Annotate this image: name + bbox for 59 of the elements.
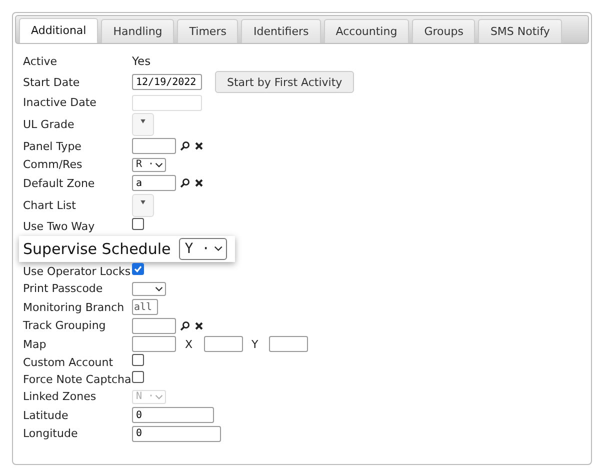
input-field[interactable]: all (132, 299, 158, 316)
field-label: Inactive Date (23, 96, 98, 110)
dropdown[interactable]: Y · (178, 238, 227, 260)
date-field[interactable]: 12/19/2022 (132, 74, 202, 90)
input-field[interactable]: 0 (132, 407, 214, 424)
field-label: Comm/Res (23, 158, 84, 172)
field-label: Default Zone (23, 176, 96, 190)
tab[interactable]: Accounting (324, 19, 410, 43)
field-label: Print Passcode (23, 282, 104, 296)
input-field[interactable]: a (132, 175, 176, 192)
input-field[interactable] (132, 318, 176, 334)
field-label: Linked Zones (23, 390, 98, 404)
close-icon[interactable] (194, 141, 204, 152)
field-label: Active (23, 54, 58, 68)
field-label: X (185, 338, 193, 351)
field-label: Longitude (23, 427, 79, 440)
input-field[interactable] (204, 336, 243, 352)
search-icon[interactable] (180, 178, 190, 188)
tab[interactable]: Additional (19, 18, 98, 43)
start-button[interactable]: Start by First Activity (215, 71, 354, 93)
field-label: Custom Account (23, 356, 114, 368)
field-label: Use Operator Locks (23, 264, 132, 278)
field-label: Latitude (23, 408, 70, 422)
field-label: Supervise Schedule (23, 240, 171, 258)
chevron-icon (155, 160, 163, 169)
search-icon[interactable] (180, 320, 190, 331)
field-label: Map (23, 338, 48, 351)
close-icon[interactable] (194, 178, 204, 188)
tab[interactable]: Identifiers (241, 19, 321, 43)
checkbox[interactable] (132, 354, 144, 366)
dropdown[interactable] (132, 282, 166, 296)
field-label: Monitoring Branch (23, 300, 126, 314)
field-value: Yes (132, 54, 151, 68)
input-field[interactable] (269, 336, 308, 352)
checkbox[interactable] (132, 218, 144, 230)
triangle-icon (139, 198, 147, 206)
tab[interactable]: Timers (177, 19, 238, 43)
input-field[interactable] (132, 138, 176, 154)
tab[interactable]: SMS Notify (478, 19, 562, 43)
field-label: Panel Type (23, 140, 82, 153)
tab[interactable]: Groups (412, 19, 476, 43)
field-label: UL Grade (23, 118, 76, 131)
tab[interactable]: Handling (101, 19, 174, 43)
field-label: Chart List (23, 198, 77, 212)
field-label: Track Grouping (23, 319, 107, 332)
search-icon[interactable] (180, 141, 190, 152)
dropdown[interactable]: R · (132, 158, 166, 172)
checkbox[interactable] (132, 371, 144, 383)
close-icon[interactable] (194, 320, 204, 331)
field-label: Force Note Captcha (23, 372, 132, 386)
chevron-icon (155, 392, 163, 401)
field-label: Use Two Way (23, 220, 96, 232)
checkbox[interactable] (132, 263, 144, 275)
chevron-icon (155, 284, 163, 293)
field-label: Y (252, 338, 258, 351)
input-field[interactable] (132, 336, 176, 352)
field-label: Start Date (23, 76, 81, 88)
triangle-icon (139, 117, 147, 125)
input-field[interactable]: 0 (132, 426, 221, 442)
